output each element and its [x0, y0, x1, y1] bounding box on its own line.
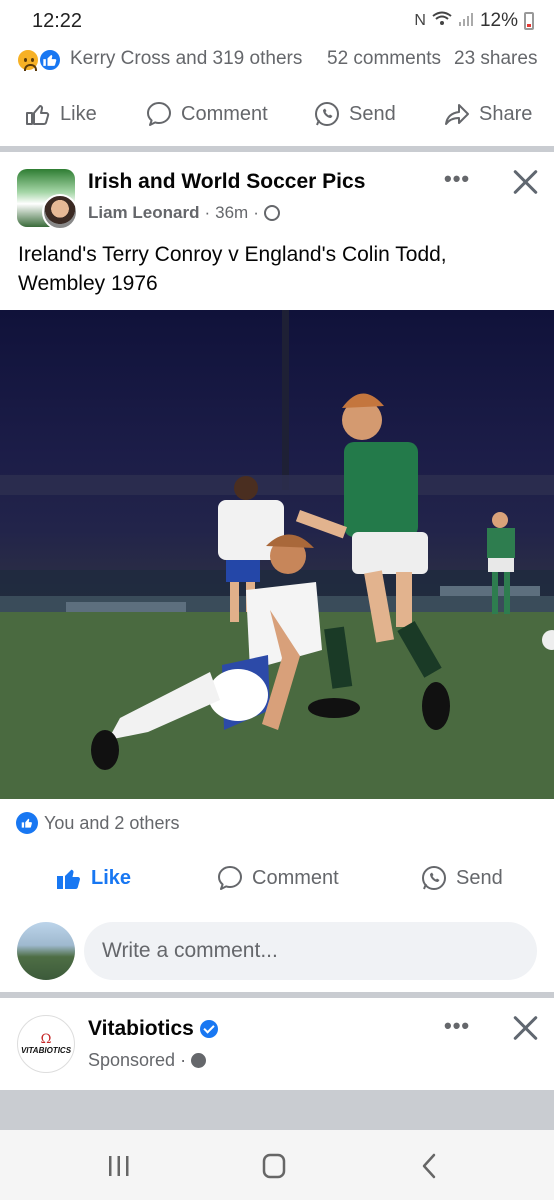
back-icon[interactable]: [415, 1152, 445, 1180]
like-button-active[interactable]: Like: [55, 864, 131, 892]
thumbs-up-filled-icon: [57, 869, 80, 889]
like-reaction-icon: [16, 812, 38, 834]
sponsored-meta: Sponsored ·: [88, 1050, 207, 1071]
status-bar: 12:22 N 12%: [0, 0, 554, 42]
reaction-icons: [16, 46, 68, 72]
meta-separator: ·: [180, 1050, 187, 1070]
like-reaction-icon: [38, 48, 62, 72]
battery-icon: [524, 12, 534, 30]
sponsor-logo-text: VITABIOTICS: [20, 1045, 72, 1055]
my-avatar[interactable]: [17, 922, 75, 980]
send-label: Send: [349, 102, 396, 125]
sponsor-name[interactable]: Vitabiotics: [88, 1017, 194, 1041]
sad-reaction-icon: [16, 48, 40, 72]
post-photo[interactable]: [0, 310, 554, 799]
post-divider: [0, 992, 554, 998]
wifi-icon: [432, 11, 452, 32]
comment-input[interactable]: Write a comment...: [84, 922, 537, 980]
send-button[interactable]: Send: [313, 100, 396, 128]
group-name[interactable]: Irish and World Soccer Pics: [88, 170, 365, 194]
globe-icon: [191, 1053, 207, 1068]
post-action-bar: Like Comment Send: [0, 856, 554, 900]
prev-post-action-bar: Like Comment Send Share: [0, 92, 554, 136]
comments-count[interactable]: 52 comments: [327, 48, 441, 70]
prev-post-reactions[interactable]: Kerry Cross and 319 others 52 comments 2…: [0, 44, 554, 74]
comment-bubble-icon: [147, 102, 171, 126]
status-icons: N 12%: [414, 10, 534, 32]
post-meta: Liam Leonard · 36m ·: [88, 203, 280, 223]
share-label: Share: [479, 102, 533, 125]
status-time: 12:22: [32, 10, 83, 32]
whatsapp-icon: [315, 102, 339, 126]
like-button[interactable]: Like: [24, 100, 97, 128]
send-button[interactable]: Send: [420, 864, 503, 892]
signal-icon: [458, 11, 474, 32]
feed-gap: [0, 1090, 554, 1130]
post-likes-summary[interactable]: You and 2 others: [16, 812, 179, 834]
comment-button[interactable]: Comment: [216, 864, 339, 892]
close-icon[interactable]: [511, 168, 539, 196]
more-options-icon[interactable]: •••: [444, 166, 470, 192]
android-nav-bar: [0, 1130, 554, 1200]
author-avatar[interactable]: [42, 194, 78, 230]
group-privacy-icon: [263, 205, 280, 221]
whatsapp-icon: [422, 866, 446, 890]
like-label: Like: [91, 866, 132, 889]
nfc-icon: N: [414, 12, 426, 29]
comment-placeholder: Write a comment...: [102, 939, 278, 962]
likes-text: You and 2 others: [44, 812, 180, 833]
like-label: Like: [60, 102, 97, 125]
home-icon[interactable]: [259, 1152, 289, 1180]
comment-button[interactable]: Comment: [145, 100, 268, 128]
omega-logo-icon: Ω: [40, 1031, 52, 1047]
reactions-summary[interactable]: Kerry Cross and 319 others: [70, 48, 302, 70]
meta-separator: ·: [253, 203, 259, 222]
verified-badge-icon: [199, 1020, 218, 1038]
shares-count[interactable]: 23 shares: [454, 48, 537, 70]
post-text: Ireland's Terry Conroy v England's Colin…: [18, 243, 447, 295]
sponsor-avatar[interactable]: Ω VITABIOTICS: [17, 1015, 75, 1073]
post-time[interactable]: 36m: [215, 203, 248, 223]
share-arrow-icon: [445, 104, 469, 125]
comment-label: Comment: [181, 102, 268, 125]
meta-separator: ·: [204, 203, 211, 222]
comment-label: Comment: [252, 866, 339, 889]
thumbs-up-icon: [26, 105, 50, 125]
post-divider: [0, 146, 554, 152]
sponsored-label: Sponsored: [88, 1050, 176, 1070]
close-icon[interactable]: [511, 1014, 539, 1042]
more-options-icon[interactable]: •••: [444, 1013, 470, 1039]
sponsor-name-row[interactable]: Vitabiotics: [88, 1017, 218, 1041]
share-button[interactable]: Share: [443, 100, 532, 128]
comment-bubble-icon: [218, 866, 242, 890]
send-label: Send: [456, 866, 503, 889]
author-name[interactable]: Liam Leonard: [88, 203, 199, 223]
recent-apps-icon[interactable]: [104, 1152, 134, 1180]
soccer-photo-illustration: [0, 310, 554, 799]
battery-percent: 12%: [479, 10, 518, 31]
